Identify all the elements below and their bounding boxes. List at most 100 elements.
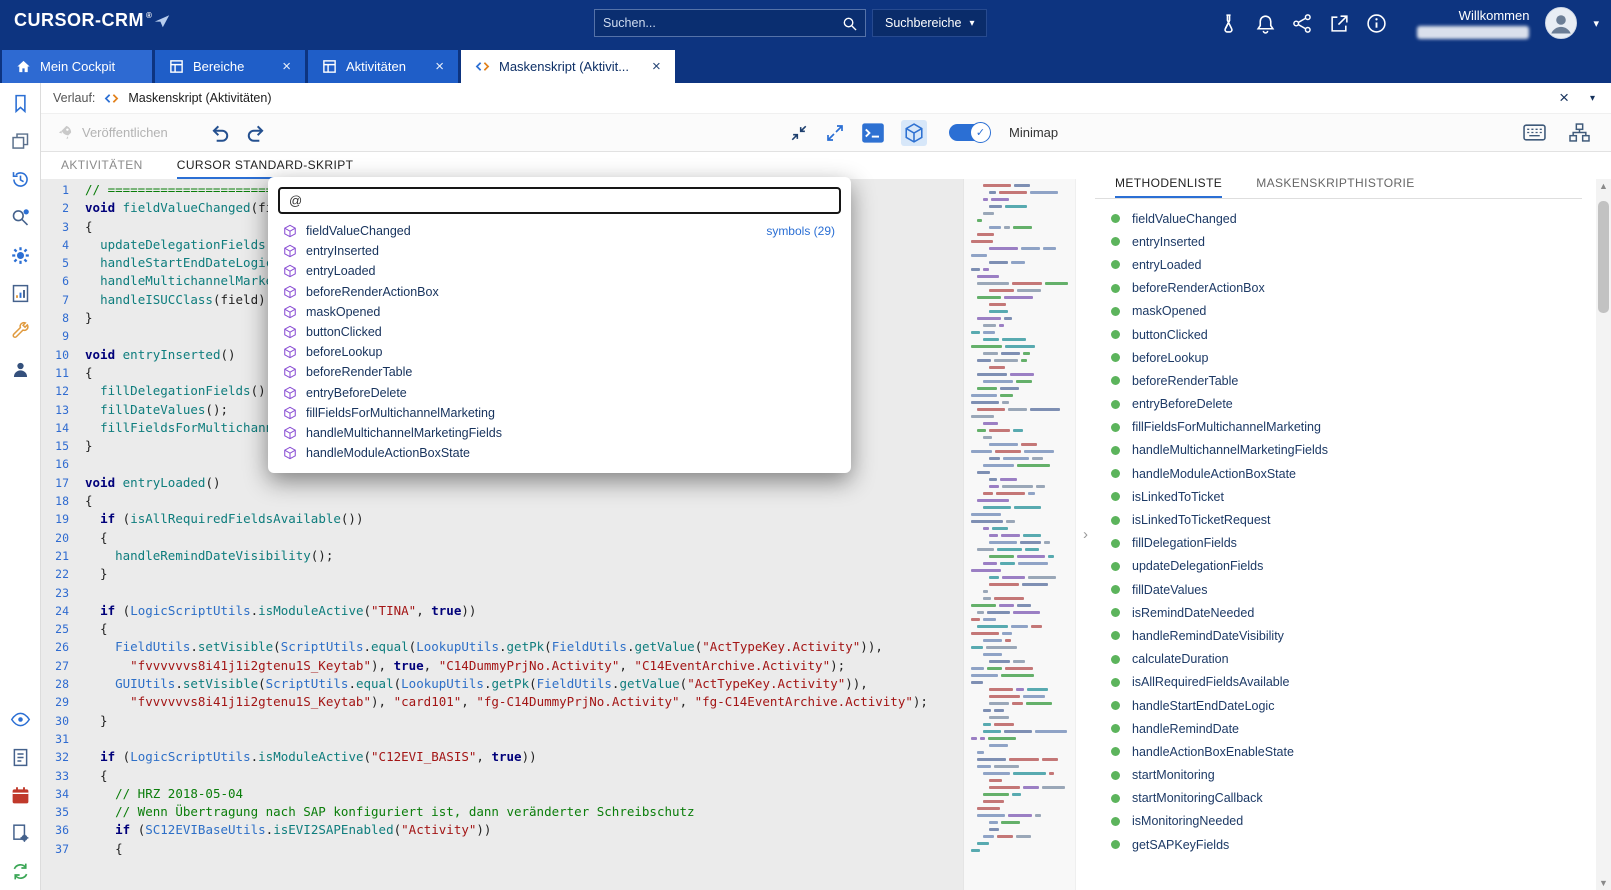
method-item[interactable]: startMonitoringCallback <box>1111 787 1582 810</box>
minimap[interactable] <box>963 179 1075 890</box>
chevron-down-icon[interactable]: ▾ <box>1590 93 1595 104</box>
tab-close-icon[interactable]: × <box>421 59 444 74</box>
code-line[interactable]: 22 } <box>41 565 963 583</box>
sitemap-icon[interactable] <box>1568 123 1591 142</box>
report-icon[interactable] <box>10 283 31 304</box>
code-line[interactable]: 35 // Wenn Übertragung nach SAP konfigur… <box>41 803 963 821</box>
gear-icon[interactable] <box>10 245 31 266</box>
user-menu-chevron-icon[interactable]: ▾ <box>1593 17 1599 30</box>
method-item[interactable]: isAllRequiredFieldsAvailable <box>1111 671 1582 694</box>
document-gear-icon[interactable] <box>10 823 31 844</box>
method-item[interactable]: beforeRenderTable <box>1111 369 1582 392</box>
autocomplete-item[interactable]: fieldValueChangedsymbols (29) <box>268 221 851 241</box>
tab-bereiche[interactable]: Bereiche× <box>155 50 305 83</box>
method-item[interactable]: isMonitoringNeeded <box>1111 810 1582 833</box>
history-icon[interactable] <box>10 169 31 190</box>
method-item[interactable]: handleModuleActionBoxState <box>1111 462 1582 485</box>
method-item[interactable]: updateDelegationFields <box>1111 555 1582 578</box>
tools-icon[interactable] <box>10 321 31 342</box>
tab-maskenskript-aktivit[interactable]: Maskenskript (Aktivit...× <box>461 50 675 83</box>
method-item[interactable]: entryBeforeDelete <box>1111 393 1582 416</box>
code-line[interactable]: 31 <box>41 730 963 748</box>
user-icon[interactable] <box>10 359 31 380</box>
code-line[interactable]: 28 GUIUtils.setVisible(ScriptUtils.equal… <box>41 675 963 693</box>
tab-mein-cockpit[interactable]: Mein Cockpit <box>2 50 152 83</box>
code-line[interactable]: 20 { <box>41 529 963 547</box>
code-line[interactable]: 33 { <box>41 767 963 785</box>
search-scope-button[interactable]: Suchbereiche ▾ <box>872 9 987 37</box>
method-item[interactable]: buttonClicked <box>1111 323 1582 346</box>
method-item[interactable]: getSAPKeyFields <box>1111 833 1582 856</box>
method-item[interactable]: beforeRenderActionBox <box>1111 277 1582 300</box>
autocomplete-item[interactable]: handleModuleActionBoxState <box>268 443 851 463</box>
code-line[interactable]: 25 { <box>41 620 963 638</box>
autocomplete-item[interactable]: beforeRenderTable <box>268 362 851 382</box>
method-item[interactable]: handleActionBoxEnableState <box>1111 740 1582 763</box>
autocomplete-item[interactable]: entryLoaded <box>268 261 851 281</box>
method-item[interactable]: maskOpened <box>1111 300 1582 323</box>
share-icon[interactable] <box>1292 13 1313 34</box>
method-item[interactable]: fillDelegationFields <box>1111 532 1582 555</box>
expand-icon[interactable] <box>825 124 845 142</box>
method-item[interactable]: fieldValueChanged <box>1111 207 1582 230</box>
autocomplete-item[interactable]: buttonClicked <box>268 322 851 342</box>
method-item[interactable]: entryLoaded <box>1111 253 1582 276</box>
autocomplete-item[interactable]: beforeRenderActionBox <box>268 282 851 302</box>
code-line[interactable]: 26 FieldUtils.setVisible(ScriptUtils.equ… <box>41 638 963 656</box>
code-line[interactable]: 34 // HRZ 2018-05-04 <box>41 785 963 803</box>
method-item[interactable]: fillFieldsForMultichannelMarketing <box>1111 416 1582 439</box>
terminal-icon[interactable] <box>861 122 885 144</box>
collapse-icon[interactable] <box>789 124 809 142</box>
method-item[interactable]: handleMultichannelMarketingFields <box>1111 439 1582 462</box>
code-line[interactable]: 23 <box>41 584 963 602</box>
publish-button[interactable]: Veröffentlichen <box>57 124 168 141</box>
code-line[interactable]: 30 } <box>41 712 963 730</box>
code-line[interactable]: 19 if (isAllRequiredFieldsAvailable()) <box>41 510 963 528</box>
editor-tab-cursor-standard-skript[interactable]: CURSOR STANDARD-SKRIPT <box>177 158 354 179</box>
method-item[interactable]: beforeLookup <box>1111 346 1582 369</box>
bookmark-icon[interactable] <box>10 93 31 114</box>
scrollbar-thumb[interactable] <box>1598 201 1609 313</box>
external-link-icon[interactable] <box>1329 13 1350 34</box>
autocomplete-item[interactable]: fillFieldsForMultichannelMarketing <box>268 403 851 423</box>
bell-icon[interactable] <box>1255 13 1276 34</box>
method-item[interactable]: handleRemindDate <box>1111 717 1582 740</box>
sync-icon[interactable] <box>10 861 31 882</box>
method-item[interactable]: isRemindDateNeeded <box>1111 601 1582 624</box>
method-item[interactable]: isLinkedToTicket <box>1111 485 1582 508</box>
method-item[interactable]: calculateDuration <box>1111 648 1582 671</box>
tab-close-icon[interactable]: × <box>268 59 291 74</box>
close-icon[interactable]: × <box>1559 88 1569 108</box>
avatar[interactable] <box>1545 7 1577 39</box>
autocomplete-input[interactable]: @ <box>278 187 841 214</box>
app-logo[interactable]: CURSOR-CRM® <box>14 10 170 31</box>
code-line[interactable]: 21 handleRemindDateVisibility(); <box>41 547 963 565</box>
code-line[interactable]: 32 if (LogicScriptUtils.isModuleActive("… <box>41 748 963 766</box>
calendar-icon[interactable] <box>10 785 31 806</box>
keyboard-icon[interactable] <box>1523 123 1546 142</box>
tab-close-icon[interactable]: × <box>638 59 661 74</box>
code-line[interactable]: 17void entryLoaded() <box>41 474 963 492</box>
code-line[interactable]: 24 if (LogicScriptUtils.isModuleActive("… <box>41 602 963 620</box>
tab-aktivit-ten[interactable]: Aktivitäten× <box>308 50 458 83</box>
vertical-scrollbar[interactable]: ▲ ▼ <box>1596 179 1611 890</box>
panel-tab-methodenliste[interactable]: METHODENLISTE <box>1115 176 1222 198</box>
panel-collapse-handle[interactable]: › <box>1075 179 1095 890</box>
method-item[interactable]: isLinkedToTicketRequest <box>1111 508 1582 531</box>
windows-icon[interactable] <box>10 131 31 152</box>
notes-icon[interactable] <box>10 747 31 768</box>
scroll-down-icon[interactable]: ▼ <box>1596 876 1611 890</box>
history-entry[interactable]: Maskenskript (Aktivitäten) <box>128 91 271 105</box>
cube-button[interactable] <box>901 120 927 146</box>
code-line[interactable]: 29 "fvvvvvvs8i41j1i2gtenu1S_Keytab"), "c… <box>41 693 963 711</box>
code-line[interactable]: 36 if (SC12EVIBaseUtils.isEVI2SAPEnabled… <box>41 821 963 839</box>
flask-icon[interactable] <box>1218 13 1239 34</box>
autocomplete-item[interactable]: maskOpened <box>268 302 851 322</box>
minimap-toggle[interactable]: ✓ <box>949 124 989 141</box>
autocomplete-item[interactable]: entryInserted <box>268 241 851 261</box>
search-input[interactable]: Suchen... <box>603 16 842 30</box>
undo-button[interactable] <box>210 124 230 142</box>
code-line[interactable]: 27 "fvvvvvvs8i41j1i2gtenu1S_Keytab"), tr… <box>41 657 963 675</box>
autocomplete-item[interactable]: handleMultichannelMarketingFields <box>268 423 851 443</box>
autocomplete-item[interactable]: beforeLookup <box>268 342 851 362</box>
